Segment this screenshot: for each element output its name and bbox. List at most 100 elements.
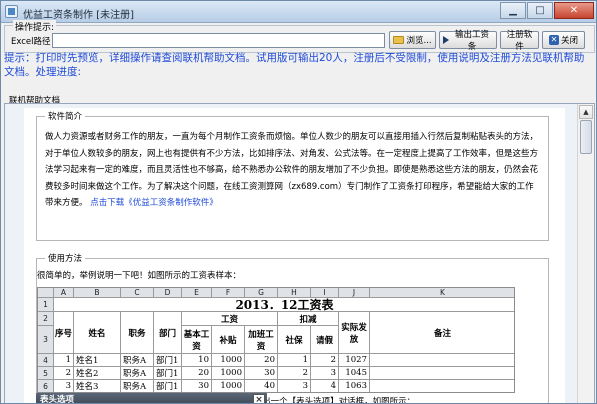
intro-legend: 软件简介 (45, 110, 86, 122)
window-close-button[interactable]: ✕ (554, 2, 594, 19)
header-cell: 职务 (121, 312, 154, 354)
maximize-button[interactable]: □ (527, 2, 553, 19)
output-payslip-button[interactable]: 输出工资条 (439, 30, 497, 52)
data-cell: 1 (278, 354, 311, 367)
header-cell: 实际发放 (339, 312, 370, 354)
intro-text: 做人力资源或者财务工作的朋友，一直为每个月制作工资条而烦恼。单位人数少的朋友可以… (45, 129, 540, 212)
play-icon (443, 36, 449, 44)
folder-icon (393, 36, 405, 44)
data-cell: 部门1 (154, 367, 182, 380)
data-cell: 1000 (212, 354, 245, 367)
register-button[interactable]: 注册软件 (500, 30, 539, 52)
data-cell: 20 (245, 354, 278, 367)
data-cell: 1 (54, 354, 74, 367)
column-header: F (212, 288, 245, 298)
data-cell: 4 (311, 380, 339, 392)
close-icon: ✕ (548, 35, 559, 45)
help-panel: 软件简介 做人力资源或者财务工作的朋友，一直为每个月制作工资条而烦恼。单位人数少… (4, 103, 595, 404)
data-cell: 1027 (339, 354, 370, 367)
column-header: B (74, 288, 121, 298)
tip-text: 提示：打印时先预览，详细操作请查阅联机帮助文档。试用版可输出20人，注册后不受限… (4, 52, 585, 78)
minimize-button[interactable]: ▁ (500, 2, 526, 19)
data-cell: 1000 (212, 367, 245, 380)
column-header: A (54, 288, 74, 298)
data-cell: 姓名2 (74, 367, 121, 380)
data-cell: 20 (182, 367, 212, 380)
sheet-corner (38, 288, 54, 298)
header-cell: 社保 (278, 326, 311, 354)
data-cell: 职务A (121, 367, 154, 380)
operation-group: 操作提示: Excel路径 浏览... 输出工资条 注册软件 ✕ 关闭 (4, 20, 595, 53)
title-bar: 优益工资条制作 [未注册] ▁ □ ✕ (1, 1, 596, 23)
data-cell: 1063 (339, 380, 370, 392)
data-cell: 3 (54, 380, 74, 392)
excel-path-input[interactable] (52, 33, 385, 48)
data-cell: 3 (311, 367, 339, 380)
output-button-label: 输出工资条 (454, 30, 489, 52)
vertical-scrollbar[interactable]: ▲ (577, 104, 594, 403)
data-cell: 部门1 (154, 354, 182, 367)
row-number: 5 (38, 367, 54, 380)
data-cell: 3 (278, 380, 311, 392)
sample-spreadsheet: A B C D E F G H I J K 1 2 3 4 5 6 2013．1… (37, 287, 515, 393)
data-cell (370, 367, 514, 380)
help-document: 软件简介 做人力资源或者财务工作的朋友，一直为每个月制作工资条而烦恼。单位人数少… (24, 108, 565, 404)
header-cell: 姓名 (74, 312, 121, 354)
column-header: H (278, 288, 311, 298)
header-group-wage: 工资 (182, 312, 278, 326)
data-cell: 1000 (212, 380, 245, 392)
header-options-dialog-preview: 表头选项 × (36, 393, 267, 404)
browse-button[interactable]: 浏览... (389, 31, 436, 49)
data-cell: 姓名3 (74, 380, 121, 392)
sheet-title: 2013．12工资表 (54, 298, 514, 312)
window-title: 优益工资条制作 [未注册] (23, 10, 134, 21)
data-cell: 30 (182, 380, 212, 392)
header-cell: 序号 (54, 312, 74, 354)
scroll-thumb[interactable] (580, 120, 592, 154)
dialog-title: 表头选项 (40, 395, 75, 404)
data-cell: 10 (182, 354, 212, 367)
column-header: K (370, 288, 514, 298)
header-cell: 加班工资 (245, 326, 278, 354)
window-controls: ▁ □ ✕ (499, 2, 594, 19)
dialog-close-icon: × (253, 394, 265, 403)
usage-section: 使用方法 很简单的，举例说明一下吧！如图所示的工资表样本： A B C D E … (36, 252, 549, 403)
download-link[interactable]: 点击下载《优益工资条制作软件》 (90, 198, 218, 208)
excel-path-label: Excel路径 (11, 37, 51, 47)
row-number: 3 (38, 326, 54, 354)
scroll-up-arrow-icon[interactable]: ▲ (579, 105, 593, 119)
data-cell: 2 (278, 367, 311, 380)
intro-body: 做人力资源或者财务工作的朋友，一直为每个月制作工资条而烦恼。单位人数少的朋友可以… (45, 132, 539, 208)
data-cell: 40 (245, 380, 278, 392)
row-number: 1 (38, 298, 54, 312)
header-cell: 补贴 (212, 326, 245, 354)
row-number: 2 (38, 312, 54, 326)
column-header: C (121, 288, 154, 298)
browse-button-label: 浏览... (406, 36, 432, 46)
close-button[interactable]: ✕ 关闭 (542, 31, 585, 49)
header-cell: 备注 (370, 312, 514, 354)
data-cell: 姓名1 (74, 354, 121, 367)
data-cell: 2 (54, 367, 74, 380)
column-header: D (154, 288, 182, 298)
data-cell: 30 (245, 367, 278, 380)
column-header: J (339, 288, 370, 298)
header-group-deduct: 扣减 (278, 312, 339, 326)
header-cell: 基本工资 (182, 326, 212, 354)
usage-legend: 使用方法 (45, 252, 86, 264)
usage-lead-text: 很简单的，举例说明一下吧！如图所示的工资表样本： (37, 271, 242, 281)
data-cell (370, 380, 514, 392)
app-icon (5, 5, 18, 18)
header-cell: 请假 (311, 326, 339, 354)
row-number: 6 (38, 380, 54, 392)
data-cell: 2 (311, 354, 339, 367)
header-cell: 部门 (154, 312, 182, 354)
data-cell: 职务A (121, 354, 154, 367)
data-cell (370, 354, 514, 367)
row-number: 4 (38, 354, 54, 367)
intro-section: 软件简介 做人力资源或者财务工作的朋友，一直为每个月制作工资条而烦恼。单位人数少… (36, 110, 549, 241)
column-header: G (245, 288, 278, 298)
operation-group-legend: 操作提示: (13, 20, 57, 33)
column-header: E (182, 288, 212, 298)
column-header: I (311, 288, 339, 298)
